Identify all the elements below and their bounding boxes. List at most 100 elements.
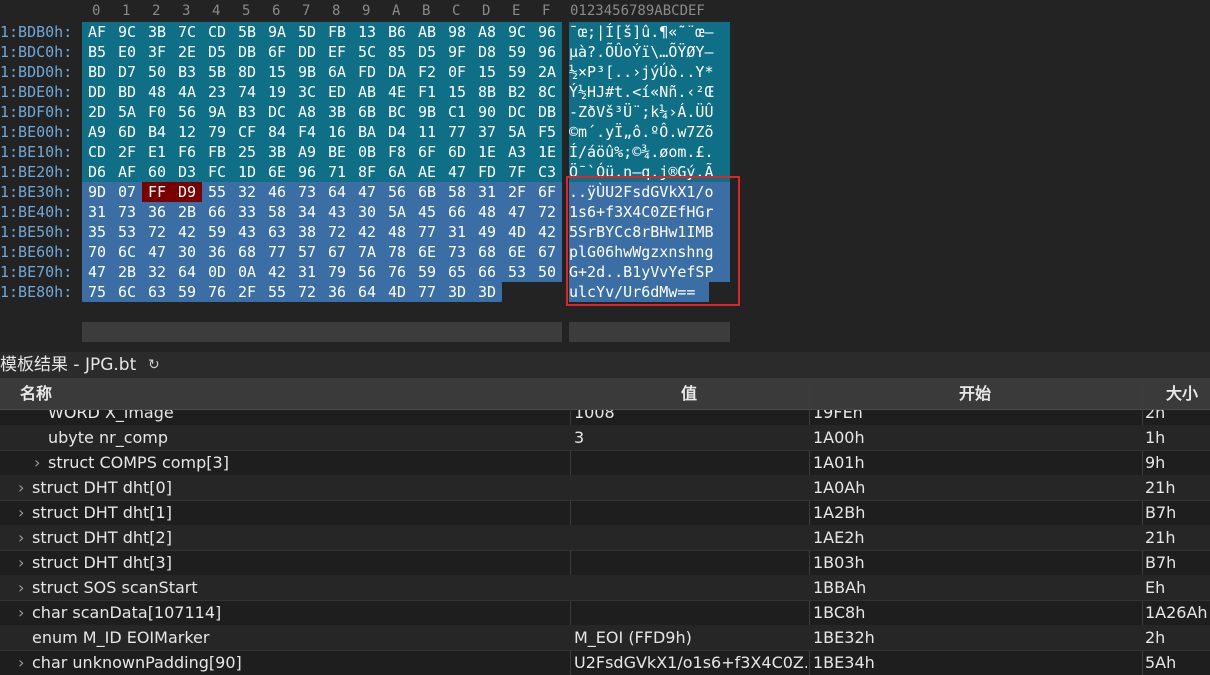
hex-byte[interactable]: FD (352, 62, 382, 82)
hex-byte[interactable]: DA (382, 62, 412, 82)
hex-byte[interactable]: 46 (262, 182, 292, 202)
hex-byte[interactable]: C1 (442, 102, 472, 122)
hex-byte[interactable]: 72 (292, 282, 322, 302)
hex-byte[interactable]: 56 (172, 102, 202, 122)
refresh-icon[interactable]: ↻ (148, 352, 160, 378)
hex-byte[interactable]: 9F (442, 42, 472, 62)
hex-byte[interactable]: 73 (112, 202, 142, 222)
hex-byte[interactable]: D4 (382, 122, 412, 142)
hex-byte[interactable]: DB (532, 102, 562, 122)
hex-byte[interactable]: 68 (472, 242, 502, 262)
hex-byte[interactable]: 31 (442, 222, 472, 242)
hex-byte[interactable]: 66 (442, 202, 472, 222)
hex-byte[interactable]: 5A (502, 122, 532, 142)
hex-byte[interactable]: 3D (442, 282, 472, 302)
hex-byte[interactable]: ED (322, 82, 352, 102)
hex-bytes-area[interactable]: AF 9C 3B 7C CD 5B 9A 5D FB 13 B6 AB 98 A8 9C 96 B5 E0 3F 2E… (82, 22, 562, 304)
hex-byte[interactable]: 71 (322, 162, 352, 182)
hex-byte[interactable]: CF (232, 122, 262, 142)
hex-byte[interactable]: 70 (82, 242, 112, 262)
hex-byte[interactable]: 4A (172, 82, 202, 102)
hex-byte[interactable]: A9 (82, 122, 112, 142)
hex-byte[interactable]: 9B (292, 62, 322, 82)
hex-byte[interactable]: 30 (172, 242, 202, 262)
hex-byte[interactable]: B5 (82, 42, 112, 62)
hex-byte[interactable]: 96 (532, 42, 562, 62)
hex-byte[interactable]: D5 (202, 42, 232, 62)
hex-byte[interactable]: 5D (292, 22, 322, 42)
hex-byte[interactable]: FF (142, 182, 172, 202)
hex-byte[interactable]: 4D (502, 222, 532, 242)
expand-chevron-icon[interactable]: › (18, 600, 24, 625)
hex-byte[interactable]: 57 (292, 242, 322, 262)
table-row[interactable]: WORD X_image 1008 19FEh 2h (0, 410, 1210, 426)
hex-byte[interactable]: 72 (142, 222, 172, 242)
hex-byte[interactable]: 77 (412, 282, 442, 302)
hex-byte[interactable]: 32 (142, 262, 172, 282)
column-header-size[interactable]: 大小 (1166, 378, 1198, 409)
hex-byte[interactable]: AF (112, 162, 142, 182)
hex-byte[interactable]: 3C (292, 82, 322, 102)
hex-byte[interactable]: 48 (382, 222, 412, 242)
hex-byte[interactable]: 67 (532, 242, 562, 262)
hex-byte[interactable]: 60 (142, 162, 172, 182)
hex-byte[interactable]: 1E (472, 142, 502, 162)
hex-byte[interactable]: 5B (202, 62, 232, 82)
hex-byte[interactable]: DC (502, 102, 532, 122)
hex-byte[interactable]: DD (82, 82, 112, 102)
hex-byte[interactable]: 59 (172, 282, 202, 302)
hex-byte[interactable]: 74 (232, 82, 262, 102)
hex-byte[interactable]: BE (322, 142, 352, 162)
hex-byte[interactable]: 3B (322, 102, 352, 122)
hex-byte[interactable]: 76 (382, 262, 412, 282)
hex-byte[interactable]: 34 (292, 202, 322, 222)
hex-byte[interactable]: 73 (442, 242, 472, 262)
hex-horizontal-scrollbar[interactable] (82, 322, 562, 342)
hex-byte[interactable]: 0F (442, 62, 472, 82)
hex-byte[interactable]: BD (82, 62, 112, 82)
hex-byte[interactable]: 6E (502, 242, 532, 262)
hex-byte[interactable]: 5A (382, 202, 412, 222)
hex-byte[interactable]: 78 (382, 242, 412, 262)
hex-byte[interactable]: F5 (532, 122, 562, 142)
hex-byte[interactable]: 13 (352, 22, 382, 42)
hex-byte[interactable]: D8 (472, 42, 502, 62)
hex-byte[interactable]: F6 (172, 142, 202, 162)
hex-byte[interactable]: F2 (412, 62, 442, 82)
hex-byte[interactable]: 63 (262, 222, 292, 242)
hex-byte[interactable]: 53 (502, 262, 532, 282)
hex-byte[interactable]: 50 (532, 262, 562, 282)
hex-byte[interactable]: 7A (352, 242, 382, 262)
hex-byte[interactable]: 6A (322, 62, 352, 82)
hex-byte[interactable]: 3F (142, 42, 172, 62)
hex-byte[interactable]: 42 (352, 222, 382, 242)
hex-byte[interactable]: 07 (112, 182, 142, 202)
column-header-value[interactable]: 值 (681, 378, 697, 409)
hex-byte[interactable]: 6C (112, 282, 142, 302)
hex-byte[interactable]: 96 (292, 162, 322, 182)
hex-byte[interactable]: A9 (292, 142, 322, 162)
hex-byte[interactable]: 66 (472, 262, 502, 282)
hex-byte[interactable]: BC (382, 102, 412, 122)
hex-byte[interactable]: 31 (472, 182, 502, 202)
hex-byte[interactable]: 98 (442, 22, 472, 42)
hex-byte[interactable]: B4 (142, 122, 172, 142)
expand-chevron-icon[interactable]: › (18, 500, 24, 525)
expand-chevron-icon[interactable]: › (18, 575, 24, 600)
expand-chevron-icon[interactable]: › (18, 525, 24, 550)
hex-byte[interactable]: F4 (292, 122, 322, 142)
hex-byte[interactable]: 45 (412, 202, 442, 222)
hex-byte[interactable]: 47 (442, 162, 472, 182)
hex-byte[interactable]: FB (322, 22, 352, 42)
hex-byte[interactable]: 55 (202, 182, 232, 202)
hex-byte[interactable]: 59 (502, 62, 532, 82)
hex-byte[interactable]: 23 (202, 82, 232, 102)
hex-byte[interactable]: 66 (202, 202, 232, 222)
hex-byte[interactable]: 6D (112, 122, 142, 142)
expand-chevron-icon[interactable]: › (18, 550, 24, 575)
hex-byte[interactable]: E0 (112, 42, 142, 62)
ascii-row[interactable]: -ZðVš³Ü¨;k¼›Á.ÜÛ (569, 102, 730, 122)
hex-byte[interactable]: 85 (382, 42, 412, 62)
hex-byte[interactable]: 36 (202, 242, 232, 262)
ascii-row[interactable]: ½×P³[..›jýÚò..Y* (569, 62, 730, 82)
